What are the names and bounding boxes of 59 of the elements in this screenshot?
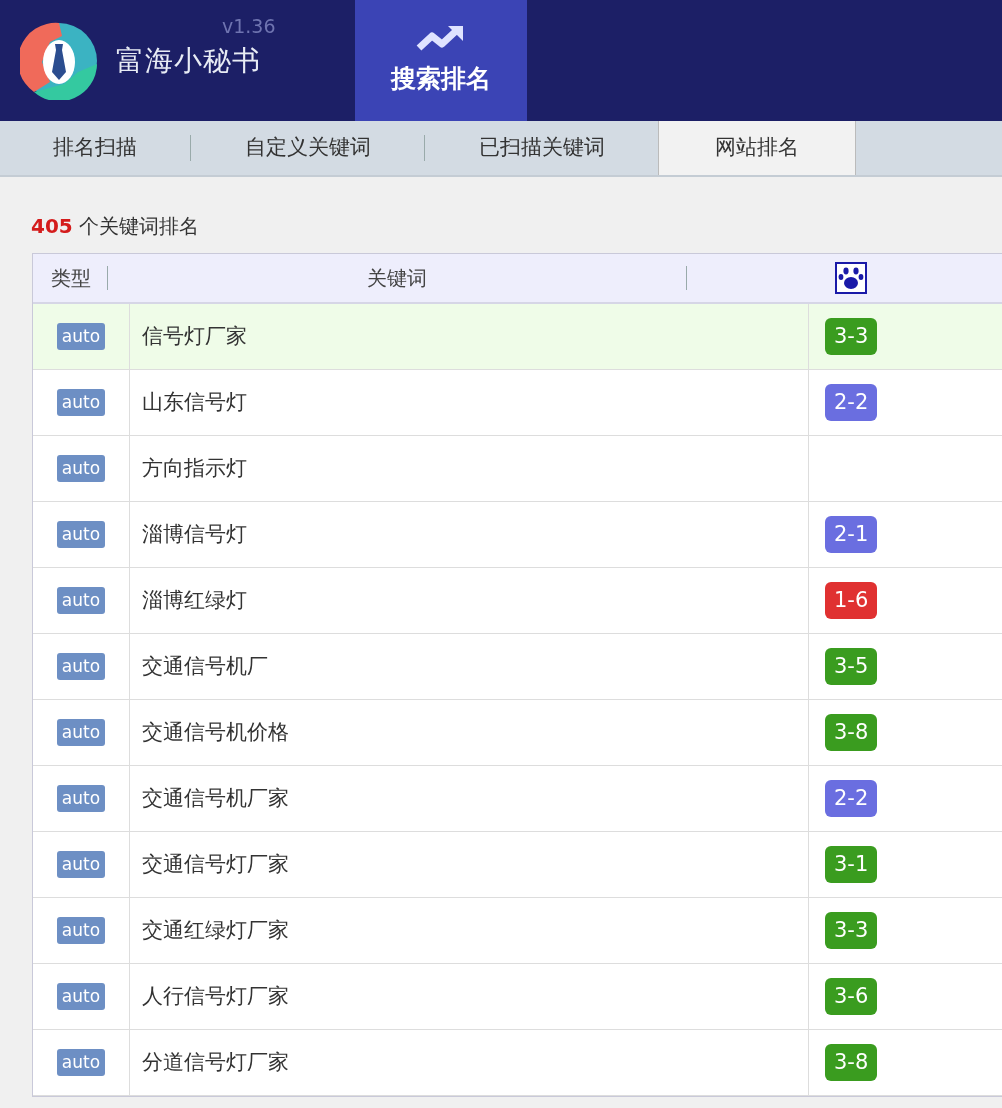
type-tag: auto (56, 916, 106, 945)
type-tag: auto (56, 322, 106, 351)
table-row[interactable]: auto 交通信号灯厂家 3-1 (33, 832, 1002, 898)
table-row[interactable]: auto 交通信号机厂 3-5 (33, 634, 1002, 700)
type-tag: auto (56, 388, 106, 417)
column-header: 类型 (50, 265, 92, 292)
table-row[interactable]: auto 人行信号灯厂家 3-6 (33, 964, 1002, 1030)
keyword-cell: 交通红绿灯厂家 (129, 898, 809, 963)
type-tag: auto (56, 850, 106, 879)
rank-tag: 2-2 (825, 383, 878, 422)
type-tag: auto (56, 718, 106, 747)
app-name: 富海小秘书 (116, 42, 261, 79)
rank-tag: 3-8 (825, 1043, 878, 1082)
keyword-cell: 交通信号机价格 (129, 700, 809, 765)
type-tag: auto (56, 982, 106, 1011)
tab[interactable]: 自定义关键词 (191, 121, 424, 175)
rank-tag: 3-1 (825, 845, 878, 884)
type-tag: auto (56, 784, 106, 813)
rank-tag: 3-8 (825, 713, 878, 752)
keyword-cell: 人行信号灯厂家 (129, 964, 809, 1029)
table-row[interactable]: auto 交通红绿灯厂家 3-3 (33, 898, 1002, 964)
version-label: v1.36 (222, 14, 276, 39)
rank-tag: 2-1 (825, 515, 878, 554)
rank-tag: 3-5 (825, 647, 878, 686)
rank-tag: 3-3 (825, 911, 878, 950)
keyword-cell: 方向指示灯 (129, 436, 809, 501)
tab[interactable]: 已扫描关键词 (425, 121, 658, 175)
table-row[interactable]: auto 方向指示灯 (33, 436, 1002, 502)
type-tag: auto (56, 520, 106, 549)
type-tag: auto (56, 586, 106, 615)
type-tag: auto (56, 454, 106, 483)
table-row[interactable]: auto 交通信号机厂家 2-2 (33, 766, 1002, 832)
table-row[interactable]: auto 山东信号灯 2-2 (33, 370, 1002, 436)
logo-icon (20, 21, 98, 100)
table-row[interactable]: auto 分道信号灯厂家 3-8 (33, 1030, 1002, 1096)
tab[interactable]: 排名扫描 (0, 121, 190, 175)
rank-tag: 3-3 (825, 317, 878, 356)
table-row[interactable]: auto 淄博信号灯 2-1 (33, 502, 1002, 568)
keyword-cell: 淄博信号灯 (129, 502, 809, 567)
keyword-cell: 交通信号灯厂家 (129, 832, 809, 897)
column-header: 关键词 (366, 265, 428, 292)
rank-tag: 3-6 (825, 977, 878, 1016)
keyword-cell: 信号灯厂家 (129, 304, 809, 369)
table-row[interactable]: auto 淄博红绿灯 1-6 (33, 568, 1002, 634)
type-tag: auto (56, 652, 106, 681)
nav-item[interactable]: 搜索排名 (355, 0, 527, 121)
keyword-cell: 山东信号灯 (129, 370, 809, 435)
table-row[interactable]: auto 交通信号机价格 3-8 (33, 700, 1002, 766)
paw-icon (835, 262, 867, 294)
keyword-cell: 淄博红绿灯 (129, 568, 809, 633)
keyword-cell: 分道信号灯厂家 (129, 1030, 809, 1095)
keyword-count: 405 个关键词排名 (30, 213, 201, 240)
keyword-cell: 交通信号机厂家 (129, 766, 809, 831)
table-row[interactable]: auto 信号灯厂家 3-3 (33, 304, 1002, 370)
tab[interactable]: 网站排名 (658, 121, 856, 175)
rank-tag: 2-2 (825, 779, 878, 818)
keyword-cell: 交通信号机厂 (129, 634, 809, 699)
type-tag: auto (56, 1048, 106, 1077)
rank-tag: 1-6 (825, 581, 878, 620)
